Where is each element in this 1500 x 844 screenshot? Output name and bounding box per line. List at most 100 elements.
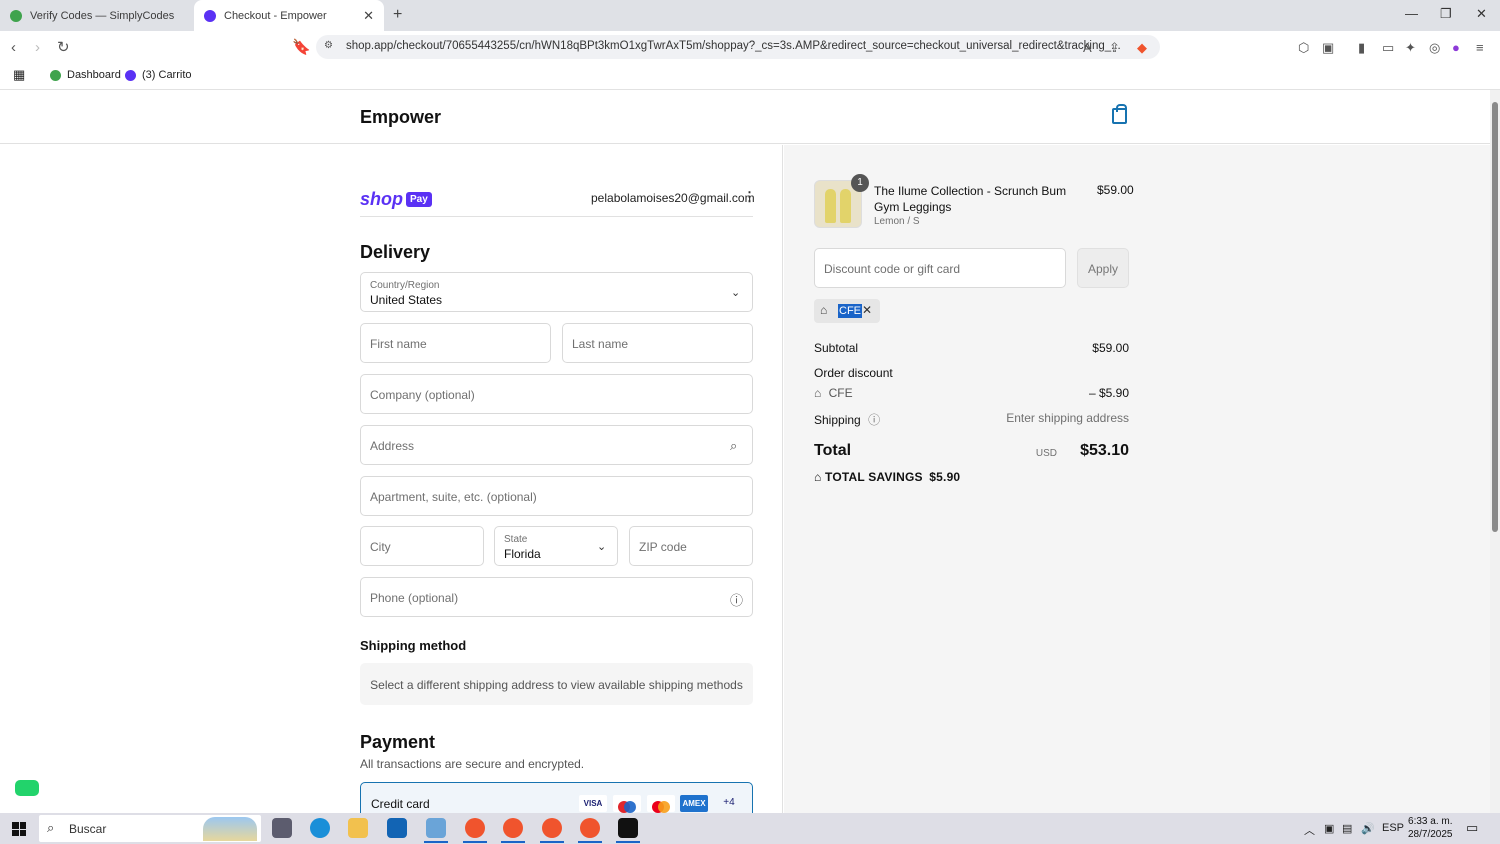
capcut-icon[interactable] bbox=[616, 818, 640, 843]
apps-grid-icon[interactable]: ▦ bbox=[13, 67, 25, 83]
forward-icon[interactable]: › bbox=[35, 39, 40, 56]
state-select[interactable]: State Florida ⌄ bbox=[494, 526, 618, 566]
tab-title: Checkout - Empower bbox=[224, 9, 327, 22]
apartment-field[interactable]: Apartment, suite, etc. (optional) bbox=[360, 476, 753, 516]
tab-title: Verify Codes — SimplyCodes bbox=[30, 9, 175, 22]
apply-discount-button[interactable]: Apply bbox=[1077, 248, 1129, 288]
file-explorer-icon[interactable] bbox=[348, 818, 368, 838]
reload-icon[interactable]: ↻ bbox=[57, 38, 70, 56]
network-icon[interactable]: ▤ bbox=[1342, 822, 1352, 835]
volume-icon[interactable]: 🔊 bbox=[1361, 822, 1375, 835]
tab-checkout-empower[interactable]: Checkout - Empower ✕ bbox=[194, 0, 384, 31]
address-bar[interactable]: ⚙ shop.app/checkout/70655443255/cn/hWN18… bbox=[316, 35, 1160, 59]
visa-icon: VISA bbox=[579, 795, 607, 812]
site-info-icon[interactable]: ⚙ bbox=[324, 40, 333, 51]
country-select[interactable]: Country/Region United States ⌄ bbox=[360, 272, 753, 312]
task-view-icon[interactable] bbox=[272, 818, 292, 838]
product-variant: Lemon / S bbox=[874, 216, 920, 227]
sidebar-icon[interactable]: ▮ bbox=[1358, 40, 1365, 56]
outlook-icon[interactable] bbox=[387, 818, 407, 838]
wallet-icon[interactable]: ▭ bbox=[1382, 40, 1394, 56]
tab-verify-codes[interactable]: Verify Codes — SimplyCodes bbox=[0, 0, 194, 31]
browser-tab-bar: Verify Codes — SimplyCodes Checkout - Em… bbox=[0, 0, 1500, 31]
discount-code-input[interactable]: Discount code or gift card bbox=[814, 248, 1066, 288]
payment-subtitle: All transactions are secure and encrypte… bbox=[360, 757, 585, 771]
total-row: Total USD $53.10 bbox=[814, 442, 1129, 460]
subtotal-value: $59.00 bbox=[1092, 341, 1129, 355]
brave-profile-icon[interactable] bbox=[540, 818, 564, 843]
notifications-icon[interactable]: ▭ bbox=[1466, 820, 1478, 836]
extensions-icon[interactable]: ⬡ bbox=[1298, 40, 1309, 56]
zip-field[interactable]: ZIP code bbox=[629, 526, 753, 566]
checkout-page: Empower shop Pay pelabolamoises20@gmail.… bbox=[0, 90, 1490, 813]
city-placeholder: City bbox=[370, 540, 391, 554]
carrito-favicon-icon bbox=[125, 69, 136, 81]
dashboard-favicon-icon bbox=[50, 69, 61, 81]
back-icon[interactable]: ‹ bbox=[11, 39, 16, 56]
minimize-icon[interactable]: — bbox=[1405, 6, 1418, 21]
last-name-field[interactable]: Last name bbox=[562, 323, 753, 363]
subtotal-label: Subtotal bbox=[814, 341, 859, 355]
discount-placeholder: Discount code or gift card bbox=[824, 262, 961, 276]
translate-icon[interactable]: A bbox=[1083, 40, 1092, 55]
bookmark-icon[interactable]: 🔖 bbox=[292, 38, 311, 56]
total-savings: ⌂ TOTAL SAVINGS $5.90 bbox=[814, 470, 960, 484]
photos-icon[interactable] bbox=[424, 818, 448, 843]
shop-pay-logo: shop Pay bbox=[360, 189, 432, 210]
city-field[interactable]: City bbox=[360, 526, 484, 566]
bookmark-dashboard[interactable]: Dashboard bbox=[50, 69, 121, 81]
help-icon[interactable]: ⓘ bbox=[730, 590, 743, 609]
brave-profile-icon[interactable] bbox=[578, 818, 602, 843]
brave-icon[interactable] bbox=[463, 818, 487, 843]
shipping-help-icon[interactable]: ⓘ bbox=[868, 413, 880, 427]
windows-start-icon[interactable] bbox=[12, 822, 26, 836]
restore-icon[interactable]: ❐ bbox=[1440, 6, 1452, 22]
shopping-bag-icon[interactable] bbox=[1112, 104, 1127, 124]
product-name: The Ilume Collection - Scrunch Bum Gym L… bbox=[874, 184, 1067, 214]
company-field[interactable]: Company (optional) bbox=[360, 374, 753, 414]
menu-icon[interactable]: ≡ bbox=[1476, 40, 1484, 55]
shipping-row: Shipping ⓘ Enter shipping address bbox=[814, 411, 1129, 428]
phone-field[interactable]: Phone (optional) ⓘ bbox=[360, 577, 753, 617]
tag-icon: ⌂ bbox=[814, 470, 822, 484]
url-text: shop.app/checkout/70655443255/cn/hWN18qB… bbox=[346, 40, 1121, 52]
taskbar-search[interactable]: ⌕ Buscar bbox=[39, 815, 261, 842]
first-name-field[interactable]: First name bbox=[360, 323, 551, 363]
address-field[interactable]: Address ⌕ bbox=[360, 425, 753, 465]
vpn-icon[interactable]: ◎ bbox=[1429, 40, 1440, 56]
remove-discount-icon[interactable]: ✕ bbox=[862, 303, 872, 317]
page-scrollbar[interactable] bbox=[1490, 90, 1500, 813]
credit-card-label: Credit card bbox=[371, 797, 430, 811]
chevron-down-icon: ⌄ bbox=[597, 541, 607, 553]
brave-shield-icon[interactable]: ◆ bbox=[1137, 40, 1147, 56]
meet-now-icon[interactable]: ▣ bbox=[1324, 822, 1334, 835]
profile-icon[interactable]: ● bbox=[1452, 40, 1460, 55]
close-tab-icon[interactable]: ✕ bbox=[363, 8, 374, 24]
edge-icon[interactable] bbox=[310, 818, 330, 838]
checkout-form: shop Pay pelabolamoises20@gmail.com ⋮ De… bbox=[0, 145, 783, 813]
bookmark-carrito[interactable]: (3) Carrito bbox=[125, 69, 192, 81]
discount-code-label: CFE bbox=[828, 386, 853, 400]
account-menu-icon[interactable]: ⋮ bbox=[743, 189, 756, 205]
credit-card-option[interactable]: Credit card VISA AMEX +4 bbox=[360, 782, 753, 813]
close-window-icon[interactable]: ✕ bbox=[1476, 6, 1487, 22]
windows-taskbar: ⌕ Buscar ︿ ▣ ▤ 🔊 ESP 6:33 a. m. 28/7/202… bbox=[0, 813, 1500, 844]
applied-discount-code: CFE bbox=[838, 304, 862, 318]
system-clock[interactable]: 6:33 a. m. 28/7/2025 bbox=[1408, 815, 1453, 841]
new-tab-icon[interactable]: + bbox=[393, 6, 402, 24]
product-price: $59.00 bbox=[1097, 183, 1134, 197]
quantity-badge: 1 bbox=[851, 174, 869, 192]
total-currency: USD bbox=[1035, 448, 1057, 459]
tab-search-icon[interactable]: ▣ bbox=[1322, 40, 1334, 56]
chat-widget-icon[interactable] bbox=[15, 780, 39, 796]
payment-heading: Payment bbox=[360, 732, 436, 752]
shop-favicon-icon bbox=[204, 9, 216, 22]
leo-ai-icon[interactable]: ✦ bbox=[1405, 40, 1416, 56]
show-hidden-icons-icon[interactable]: ︿ bbox=[1304, 822, 1315, 838]
language-indicator[interactable]: ESP bbox=[1382, 822, 1404, 834]
share-icon[interactable]: ⇪ bbox=[1109, 40, 1120, 56]
brave-profile-icon[interactable] bbox=[501, 818, 525, 843]
store-brand[interactable]: Empower bbox=[360, 107, 441, 128]
scrollbar-thumb[interactable] bbox=[1492, 102, 1498, 532]
address-placeholder: Address bbox=[370, 439, 415, 453]
